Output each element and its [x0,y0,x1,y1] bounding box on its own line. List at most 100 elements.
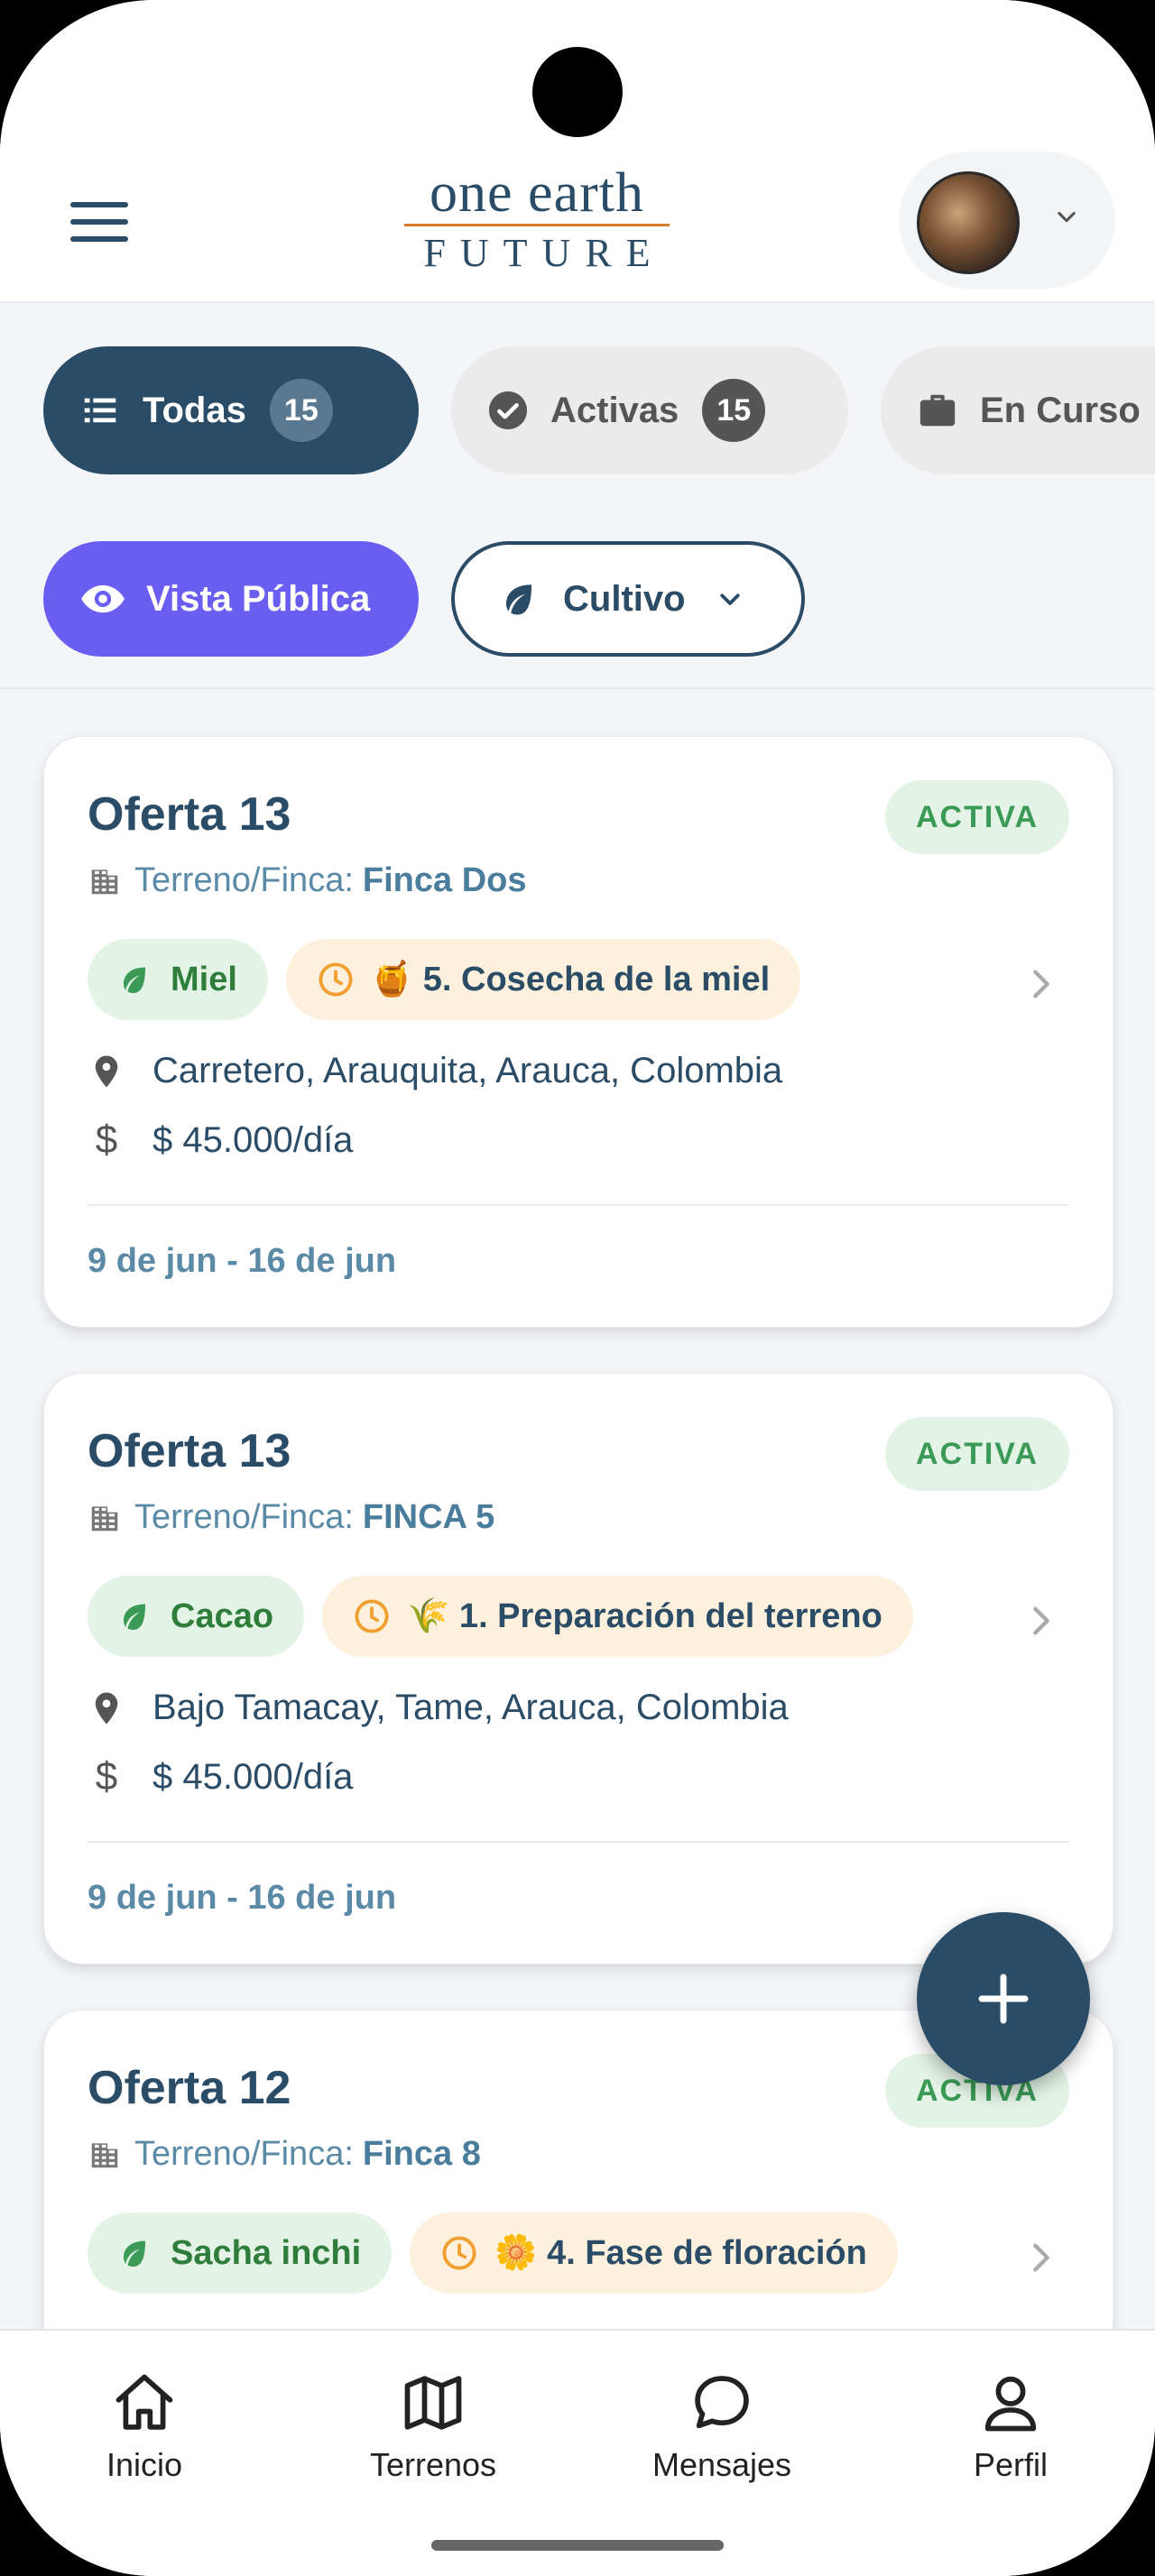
divider [0,687,1155,689]
nav-mensajes[interactable]: Mensajes [623,2369,821,2484]
offer-card[interactable]: Oferta 13 ACTIVA Terreno/Finca: Finca Do… [43,736,1113,1328]
profile-menu-button[interactable] [899,152,1115,289]
tab-activas-label: Activas [550,390,679,430]
stage-chip: 🌼 4. Fase de floración [410,2213,898,2294]
logo-bottom-text: FUTURE [423,231,665,275]
building-icon [91,869,118,894]
app-screen: one earth FUTURE Todas 15 Activas 15 En … [0,0,1155,2576]
logo-top-text: one earth [430,162,644,224]
stage-chip: 🌾 1. Preparación del terreno [322,1576,913,1657]
chevron-down-icon [719,593,740,605]
offer-dates: 9 de jun - 16 de jun [88,1242,397,1280]
chevron-right-icon[interactable] [1028,966,1055,1002]
app-logo: one earth FUTURE [397,164,677,275]
offer-chips: Cacao 🌾 1. Preparación del terreno [88,1576,913,1657]
leaf-icon [124,2240,145,2267]
stage-chip-label: 🌾 1. Preparación del terreno [407,1597,882,1635]
offer-terreno: Terreno/Finca: Finca 8 [88,2135,481,2174]
crop-chip: Cacao [88,1576,305,1657]
location-text: Carretero, Arauquita, Arauca, Colombia [152,1051,783,1090]
stage-chip-label: 🍯 5. Cosecha de la miel [370,961,771,998]
nav-terrenos[interactable]: Terrenos [334,2369,532,2484]
nav-inicio[interactable]: Inicio [45,2369,244,2484]
offer-terreno: Terreno/Finca: FINCA 5 [88,1498,494,1537]
tab-todas-label: Todas [143,390,246,430]
offer-price: $ $ 45.000/día [88,1754,354,1799]
tab-todas[interactable]: Todas 15 [43,346,419,474]
add-offer-button[interactable] [917,1912,1090,2085]
crop-chip: Sacha inchi [88,2213,393,2294]
location-pin-icon [95,1692,118,1724]
offer-title: Oferta 13 [88,1425,291,1477]
map-icon [404,2376,462,2430]
home-indicator[interactable] [431,2540,724,2551]
price-text: $ 45.000/día [152,1119,354,1160]
public-view-button[interactable]: Vista Pública [43,541,419,657]
crop-chip: Miel [88,939,268,1020]
terreno-name: FINCA 5 [362,1498,495,1536]
offer-dates: 9 de jun - 16 de jun [88,1879,397,1917]
chat-icon [695,2376,749,2429]
crop-chip-label: Cacao [171,1596,274,1635]
chevron-right-icon[interactable] [1028,2240,1055,2276]
offer-card[interactable]: Oferta 13 ACTIVA Terreno/Finca: FINCA 5 … [43,1373,1113,1964]
avatar [917,171,1020,274]
hamburger-icon[interactable] [70,202,128,242]
crop-chip-label: Sacha inchi [171,2233,362,2272]
plus-icon [978,1973,1029,2024]
offer-terreno: Terreno/Finca: Finca Dos [88,861,527,900]
divider [88,1841,1069,1843]
divider [88,1204,1069,1206]
leaf-icon [506,584,531,615]
clock-icon [355,1599,389,1633]
user-icon [984,2376,1037,2432]
check-circle-icon [488,391,528,430]
offer-chips: Sacha inchi 🌼 4. Fase de floración [88,2213,898,2294]
offer-location: Bajo Tamacay, Tame, Arauca, Colombia [88,1688,789,1728]
location-text: Bajo Tamacay, Tame, Arauca, Colombia [152,1688,789,1727]
location-pin-icon [95,1055,118,1087]
offer-title: Oferta 12 [88,2062,291,2114]
leaf-icon [124,1604,145,1630]
crop-filter-label: Cultivo [563,578,686,619]
bottom-navigation: Inicio Terrenos Mensajes Perfil [0,2329,1155,2576]
crop-filter-dropdown[interactable]: Cultivo [451,541,805,657]
terreno-name: Finca 8 [362,2135,481,2173]
stage-chip-label: 🌼 4. Fase de floración [494,2234,867,2272]
offer-price: $ $ 45.000/día [88,1118,354,1163]
tab-activas-count: 15 [702,379,766,442]
public-view-label: Vista Pública [146,578,371,619]
stage-chip: 🍯 5. Cosecha de la miel [285,939,801,1020]
tab-en-curso[interactable]: En Curso [881,346,1155,474]
terreno-name: Finca Dos [362,861,527,899]
crop-chip-label: Miel [171,960,237,998]
offer-title: Oferta 13 [88,788,291,841]
app-header: one earth FUTURE [0,0,1155,303]
tab-en-curso-label: En Curso [980,390,1141,430]
dollar-icon: $ [95,1118,118,1162]
tab-todas-count: 15 [269,379,333,442]
tab-activas[interactable]: Activas 15 [451,346,848,474]
terreno-label: Terreno/Finca: [134,1498,354,1536]
terreno-label: Terreno/Finca: [134,861,354,899]
clock-icon [442,2236,476,2270]
offer-location: Carretero, Arauquita, Arauca, Colombia [88,1051,782,1091]
home-icon [116,2374,173,2430]
offer-chips: Miel 🍯 5. Cosecha de la miel [88,939,801,1020]
chevron-right-icon[interactable] [1028,1603,1055,1639]
list-icon [84,398,116,423]
nav-perfil[interactable]: Perfil [911,2369,1110,2484]
status-badge: ACTIVA [885,1417,1069,1491]
building-icon [91,1505,118,1531]
price-text: $ 45.000/día [152,1756,354,1797]
status-badge: ACTIVA [885,780,1069,854]
chevron-down-icon [1058,211,1076,223]
leaf-icon [124,967,145,993]
nav-inicio-label: Inicio [106,2446,183,2483]
nav-perfil-label: Perfil [973,2446,1049,2483]
clock-icon [319,962,353,997]
nav-mensajes-label: Mensajes [651,2446,792,2483]
dollar-icon: $ [95,1754,118,1799]
eye-icon [81,584,125,613]
building-icon [91,2142,118,2167]
